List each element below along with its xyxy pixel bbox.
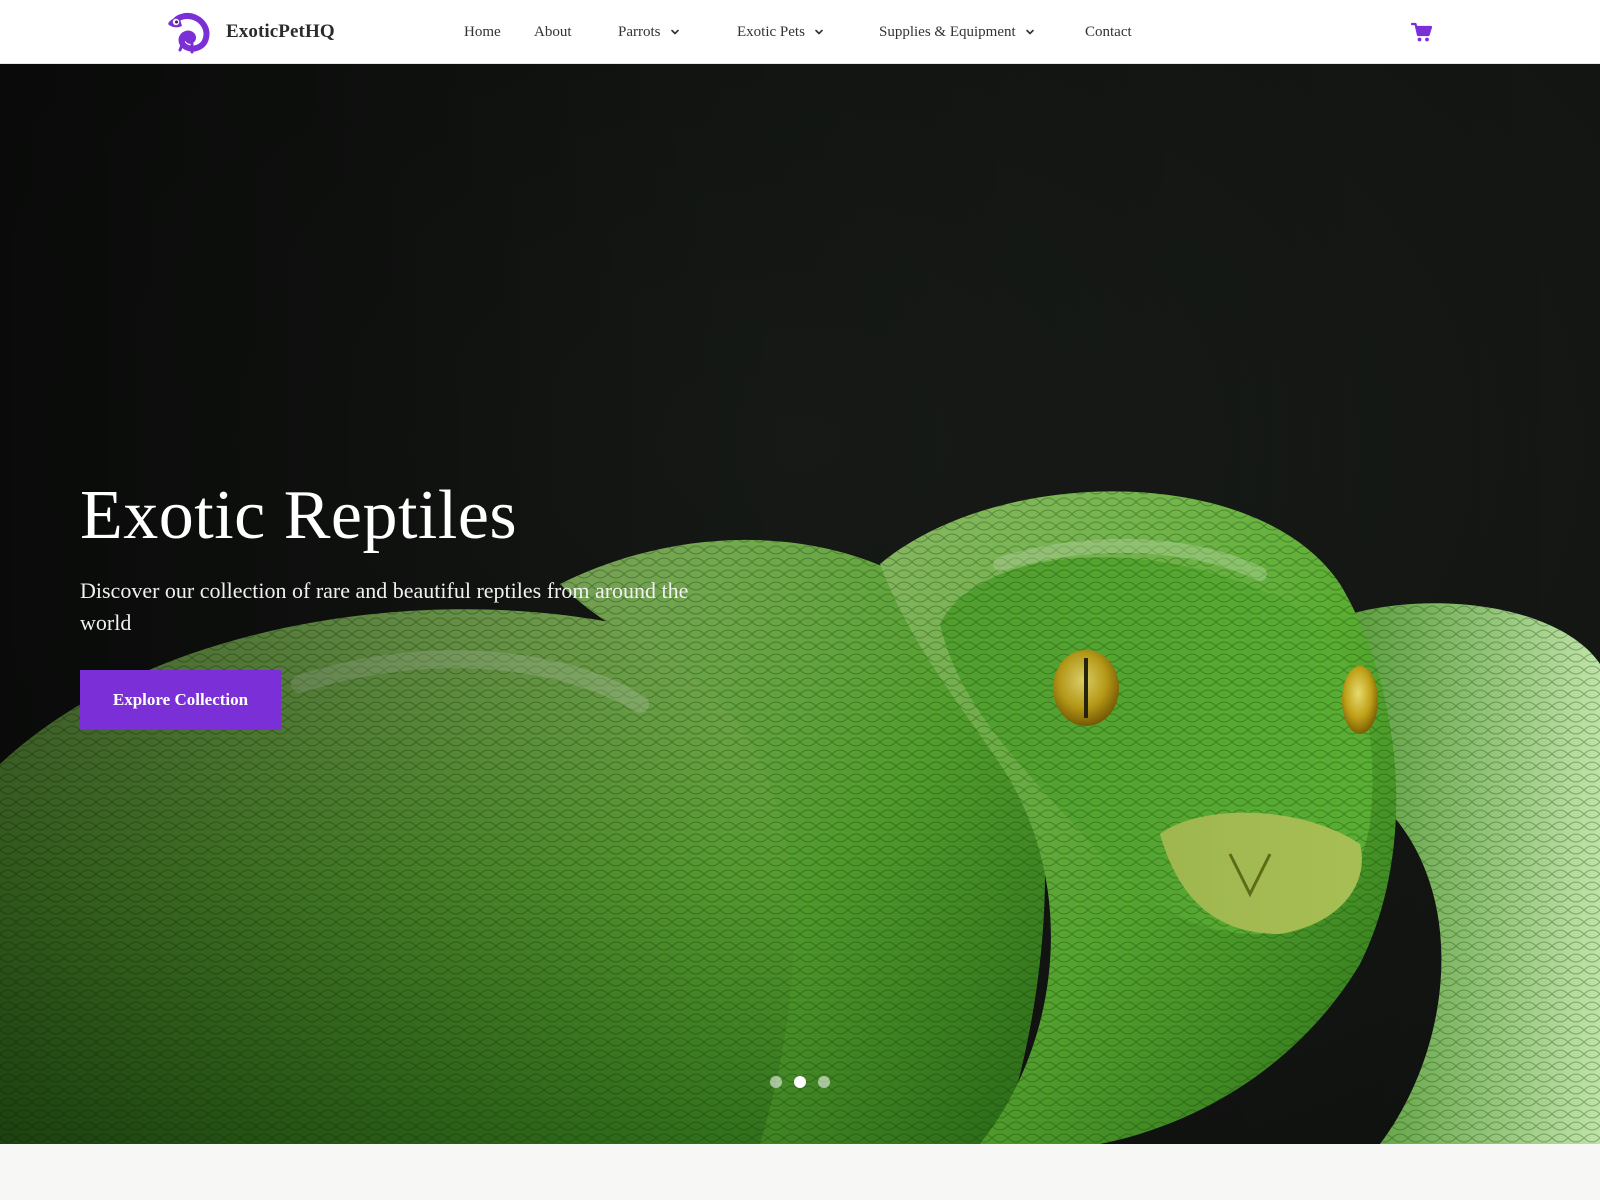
- hero-slider: Exotic Reptiles Discover our collection …: [0, 64, 1600, 1144]
- nav-item-label: About: [534, 23, 572, 40]
- nav-item-label: Home: [464, 23, 501, 40]
- nav-item-label: Supplies & Equipment: [879, 23, 1016, 40]
- hero-title: Exotic Reptiles: [80, 477, 518, 554]
- slider-dot-2[interactable]: [794, 1076, 806, 1088]
- nav-item-supplies-equipment[interactable]: Supplies & Equipment: [879, 22, 1035, 42]
- nav-item-label: Contact: [1085, 23, 1132, 40]
- nav-item-exotic-pets[interactable]: Exotic Pets: [737, 22, 824, 42]
- explore-collection-button[interactable]: Explore Collection: [80, 670, 281, 730]
- nav-item-home[interactable]: Home: [464, 22, 501, 42]
- nav-item-contact[interactable]: Contact: [1085, 22, 1132, 42]
- nav-item-label: Parrots: [618, 23, 661, 40]
- slider-pagination: [770, 1076, 830, 1088]
- shopping-cart-icon[interactable]: [1411, 21, 1433, 43]
- nav-item-parrots[interactable]: Parrots: [618, 22, 680, 42]
- chevron-down-icon: [815, 29, 823, 35]
- nav-item-about[interactable]: About: [534, 22, 572, 42]
- next-section-strip: [0, 1144, 1600, 1200]
- slider-dot-1[interactable]: [770, 1076, 782, 1088]
- hero-subtitle: Discover our collection of rare and beau…: [80, 578, 689, 635]
- chevron-down-icon: [670, 29, 679, 35]
- nav-item-label: Exotic Pets: [737, 23, 805, 40]
- main-nav: Home About Parrots Exotic Pets Supplies …: [0, 0, 1600, 64]
- slider-dot-3[interactable]: [818, 1076, 830, 1088]
- site-header: ExoticPetHQ Home About Parrots Exotic Pe…: [0, 0, 1600, 64]
- chevron-down-icon: [1025, 29, 1034, 35]
